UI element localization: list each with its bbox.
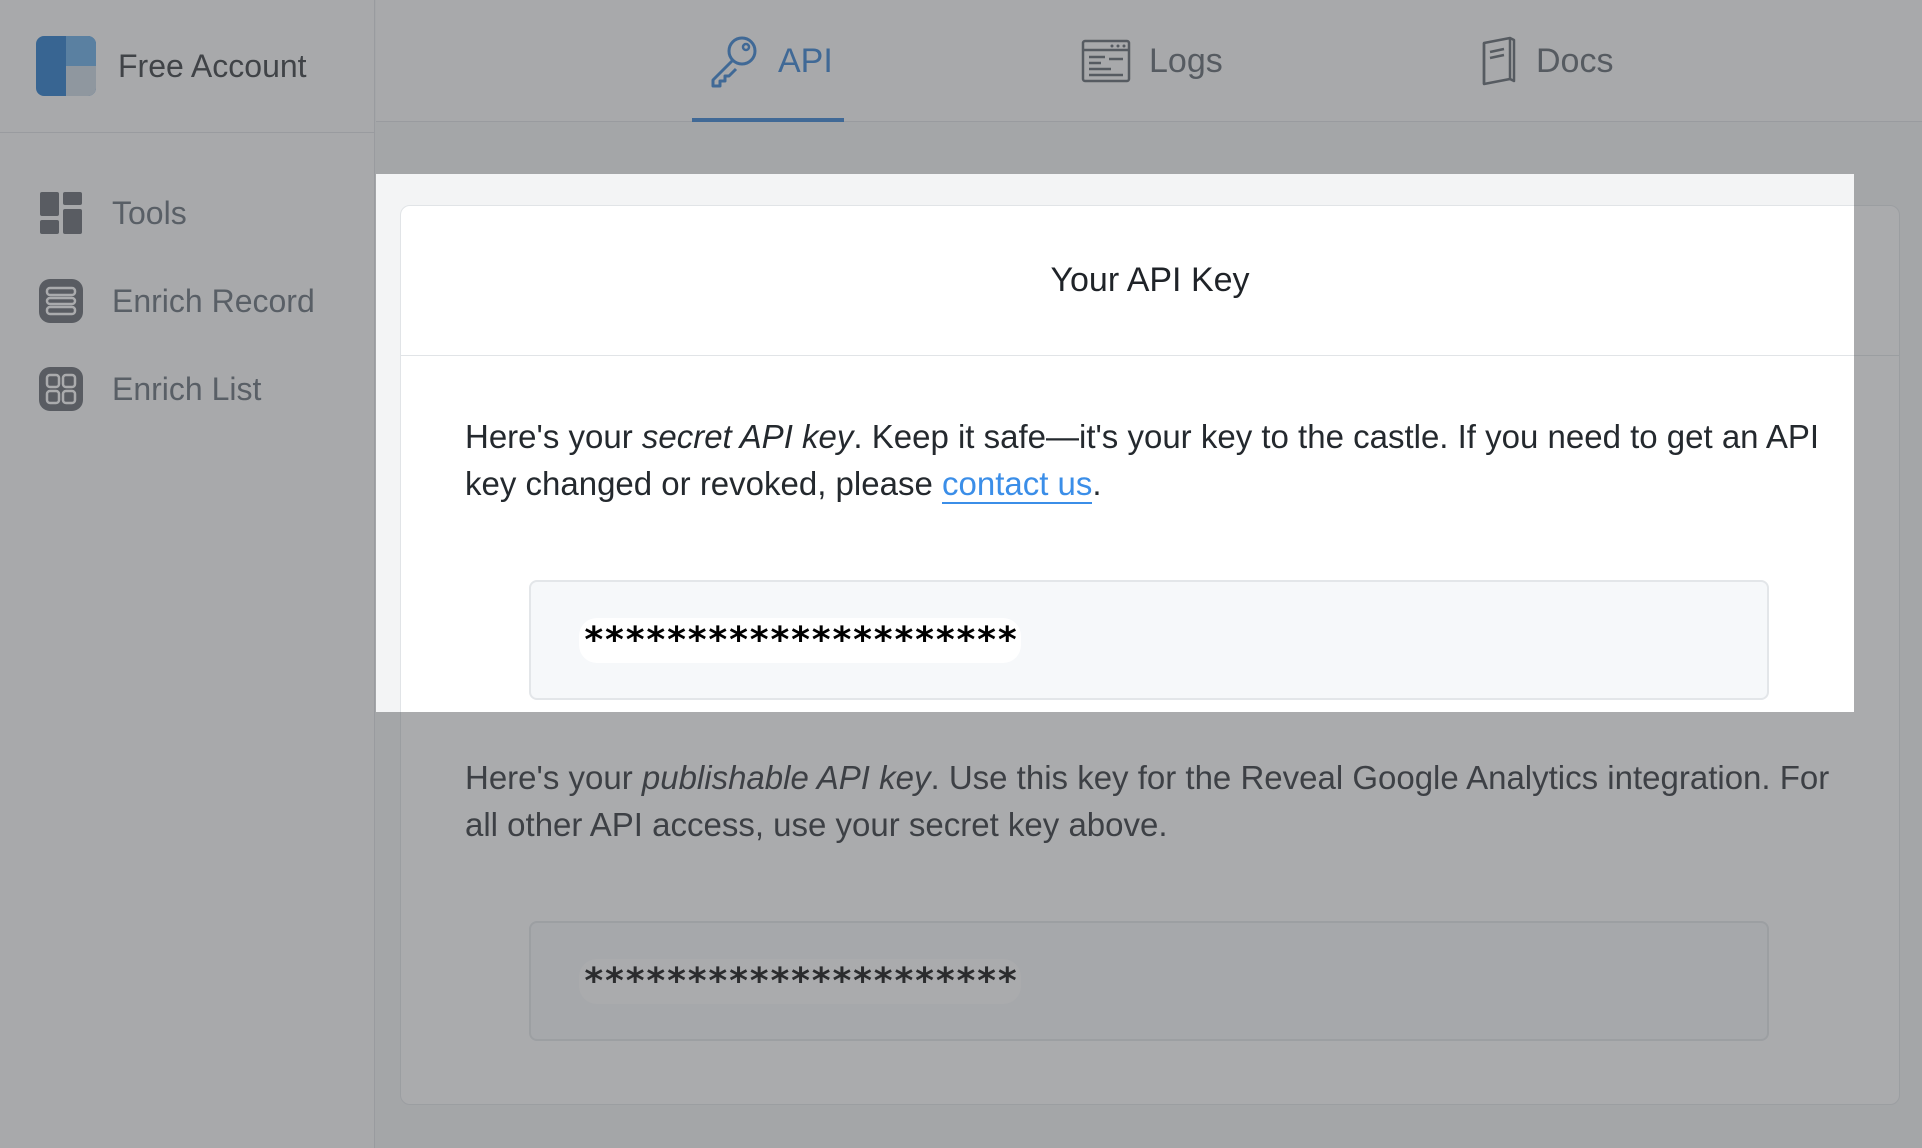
sidebar-item-label: Enrich Record xyxy=(112,282,315,319)
publishable-key-value[interactable]: ********************* xyxy=(579,958,1022,1004)
sidebar-item-enrich-record[interactable]: Enrich Record xyxy=(0,257,374,345)
top-tab-bar: API Logs Docs xyxy=(376,0,1922,122)
sidebar-item-label: Enrich List xyxy=(112,370,262,407)
secret-key-value[interactable]: ********************* xyxy=(579,617,1022,663)
publishable-key-field[interactable]: ********************* xyxy=(529,921,1769,1041)
account-name: Free Account xyxy=(118,47,307,84)
tab-label: Logs xyxy=(1149,41,1223,80)
secret-key-field[interactable]: ********************* xyxy=(529,580,1769,700)
main-content: Your API Key Here's your secret API key.… xyxy=(376,123,1922,1148)
sidebar-item-enrich-list[interactable]: Enrich List xyxy=(0,345,374,433)
sidebar-item-tools[interactable]: Tools xyxy=(0,169,374,257)
tab-docs[interactable]: Docs xyxy=(1478,0,1613,122)
publishable-key-description: Here's your publishable API key. Use thi… xyxy=(465,759,1830,843)
active-tab-indicator xyxy=(692,118,844,122)
sidebar-nav: Tools Enrich Record Enrich List xyxy=(0,133,374,433)
account-brand[interactable]: Free Account xyxy=(0,0,374,133)
secret-key-description: Here's your secret API key. Keep it safe… xyxy=(465,418,1820,504)
sidebar: Free Account Tools Enrich Record Enrich … xyxy=(0,0,375,1148)
tab-label: API xyxy=(778,41,833,80)
contact-us-link[interactable]: contact us xyxy=(941,465,1093,504)
record-icon xyxy=(39,279,83,323)
grid-icon xyxy=(39,367,83,411)
tab-api[interactable]: API xyxy=(708,0,833,122)
key-icon xyxy=(711,36,757,88)
book-icon xyxy=(1482,36,1516,86)
tab-label: Docs xyxy=(1536,41,1614,80)
card-title: Your API Key xyxy=(401,206,1899,356)
app-root: Free Account Tools Enrich Record Enrich … xyxy=(0,0,1922,1148)
logo-icon xyxy=(36,36,96,96)
tab-logs[interactable]: Logs xyxy=(1081,0,1223,122)
logs-icon xyxy=(1081,39,1131,83)
dashboard-icon xyxy=(40,192,82,234)
sidebar-item-label: Tools xyxy=(112,194,187,231)
api-key-card: Your API Key Here's your secret API key.… xyxy=(400,205,1900,1105)
